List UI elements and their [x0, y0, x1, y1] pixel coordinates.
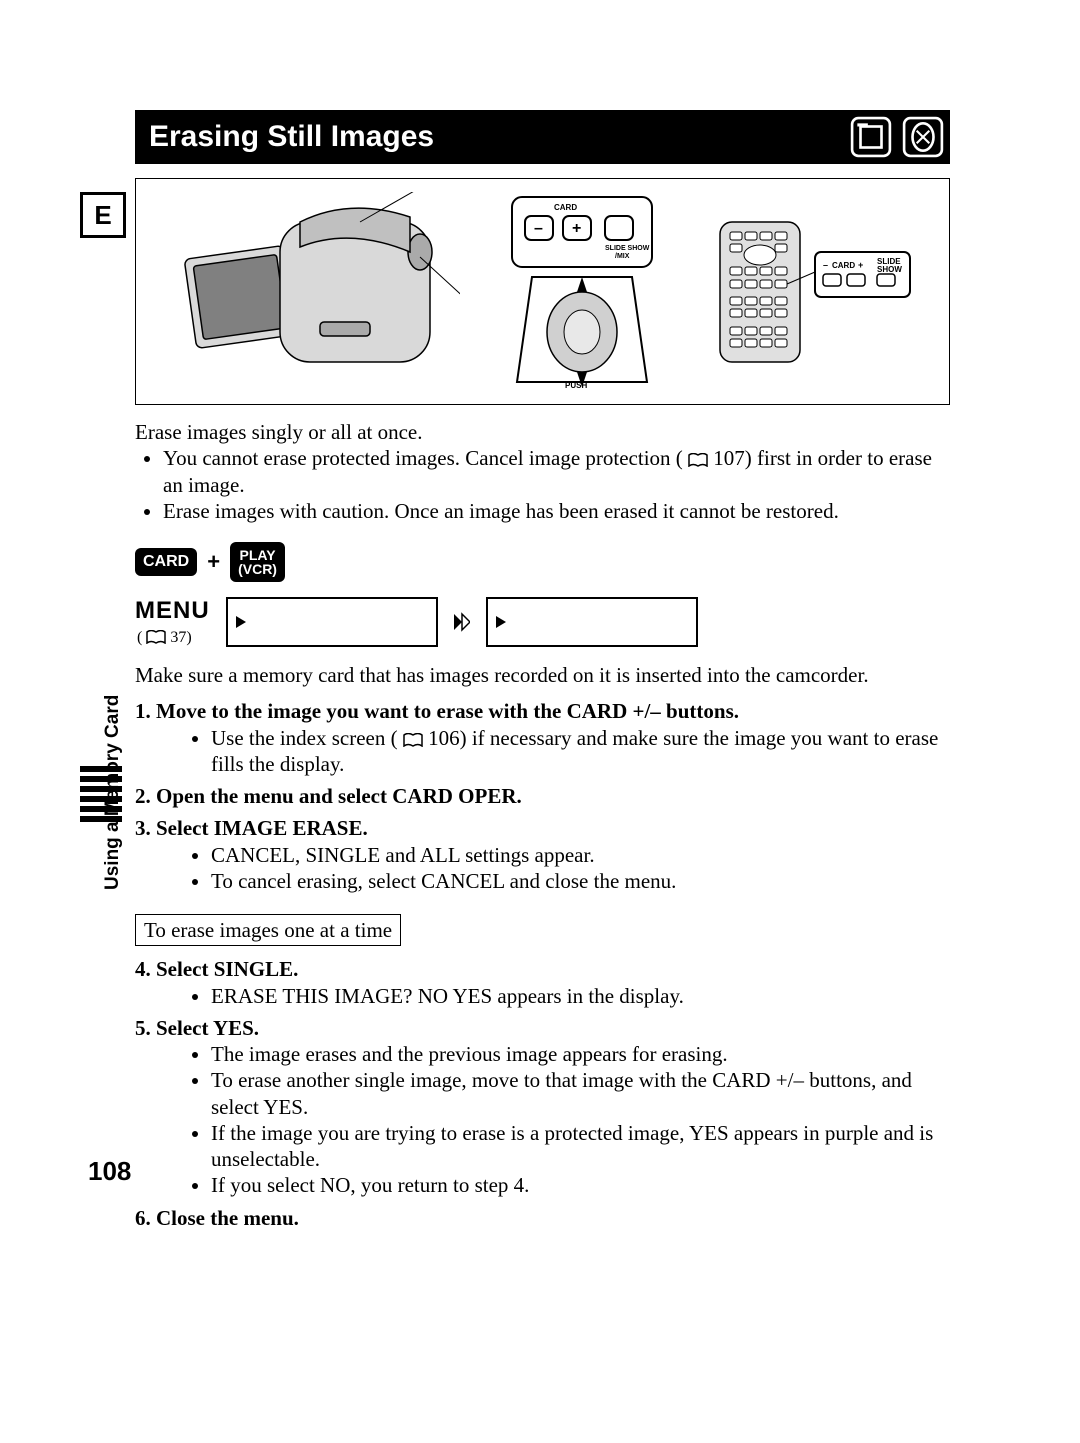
- intro-line: Erase images singly or all at once.: [135, 419, 950, 445]
- play-vcr-badge: PLAY (VCR): [230, 542, 285, 582]
- language-marker: E: [80, 192, 126, 238]
- steps-list-b: 4. Select SINGLE. ERASE THIS IMAGE? NO Y…: [135, 956, 950, 1231]
- book-reference-icon: [403, 733, 423, 747]
- diagram-card-label: CARD: [554, 203, 577, 212]
- title-bar: Erasing Still Images: [135, 110, 950, 164]
- step-bullet: To erase another single image, move to t…: [211, 1067, 950, 1120]
- step-bullet: CANCEL, SINGLE and ALL settings appear.: [211, 842, 950, 868]
- step-1: 1. Move to the image you want to erase w…: [135, 698, 950, 777]
- card-mode-badge: CARD: [135, 548, 197, 576]
- title-icons: [850, 116, 950, 158]
- menu-path-box-2: [486, 597, 698, 647]
- after-menu-paragraph: Make sure a memory card that has images …: [135, 662, 950, 688]
- svg-text:SHOW: SHOW: [877, 265, 902, 274]
- mode-row: CARD + PLAY (VCR): [135, 542, 950, 582]
- diagram-push-label: PUSH: [565, 381, 587, 390]
- triangle-right-icon: [236, 616, 246, 628]
- step-4: 4. Select SINGLE. ERASE THIS IMAGE? NO Y…: [135, 956, 950, 1009]
- camcorder-illustration: CARD – + SLIDE SHOW /MIX PUSH: [135, 178, 950, 405]
- menu-label-block: MENU ( 37): [135, 596, 210, 648]
- double-triangle-right-icon: [454, 612, 470, 632]
- book-reference-icon: [688, 453, 708, 467]
- step-bullet: If you select NO, you return to step 4.: [211, 1172, 950, 1198]
- remote-callout: – CARD + SLIDE SHOW: [705, 212, 915, 372]
- step-6: 6. Close the menu.: [135, 1205, 950, 1231]
- step-bullet: If the image you are trying to erase is …: [211, 1120, 950, 1173]
- step-bullet: The image erases and the previous image …: [211, 1041, 950, 1067]
- svg-text:CARD: CARD: [832, 261, 855, 270]
- single-erase-box: To erase images one at a time: [135, 914, 401, 946]
- triangle-right-icon: [496, 616, 506, 628]
- page-title: Erasing Still Images: [135, 120, 850, 154]
- menu-page-ref: ( 37): [137, 628, 210, 648]
- menu-path-box-1: [226, 597, 438, 647]
- book-reference-icon: [146, 630, 166, 644]
- svg-text:–: –: [534, 220, 543, 237]
- step-5: 5. Select YES. The image erases and the …: [135, 1015, 950, 1199]
- diagram-slideshow-label: SLIDE SHOW: [605, 245, 650, 252]
- svg-text:+: +: [858, 260, 863, 270]
- card-buttons-callout: CARD – + SLIDE SHOW /MIX PUSH: [507, 192, 657, 392]
- intro-bullet: You cannot erase protected images. Cance…: [163, 445, 950, 498]
- diagram-mix-label: /MIX: [615, 253, 630, 260]
- steps-list-a: 1. Move to the image you want to erase w…: [135, 698, 950, 894]
- menu-label: MENU: [135, 596, 210, 626]
- menu-navigation-row: MENU ( 37): [135, 596, 950, 648]
- intro-bullet: Erase images with caution. Once an image…: [163, 498, 950, 524]
- section-tab-label: Using a Memory Card: [102, 695, 124, 890]
- remote-icon: [902, 116, 944, 158]
- svg-text:–: –: [823, 260, 828, 270]
- step-2: 2. Open the menu and select CARD OPER.: [135, 783, 950, 809]
- body-text: Erase images singly or all at once. You …: [135, 419, 950, 1231]
- step-3: 3. Select IMAGE ERASE. CANCEL, SINGLE an…: [135, 815, 950, 894]
- step-bullet: To cancel erasing, select CANCEL and clo…: [211, 868, 950, 894]
- svg-text:+: +: [572, 220, 581, 237]
- card-media-icon: [850, 116, 892, 158]
- plus-symbol: +: [207, 548, 220, 576]
- step-bullet: ERASE THIS IMAGE? NO YES appears in the …: [211, 983, 950, 1009]
- camcorder-drawing: [170, 192, 460, 392]
- step-bullet: Use the index screen ( 106) if necessary…: [211, 725, 950, 778]
- page-number: 108: [88, 1156, 131, 1187]
